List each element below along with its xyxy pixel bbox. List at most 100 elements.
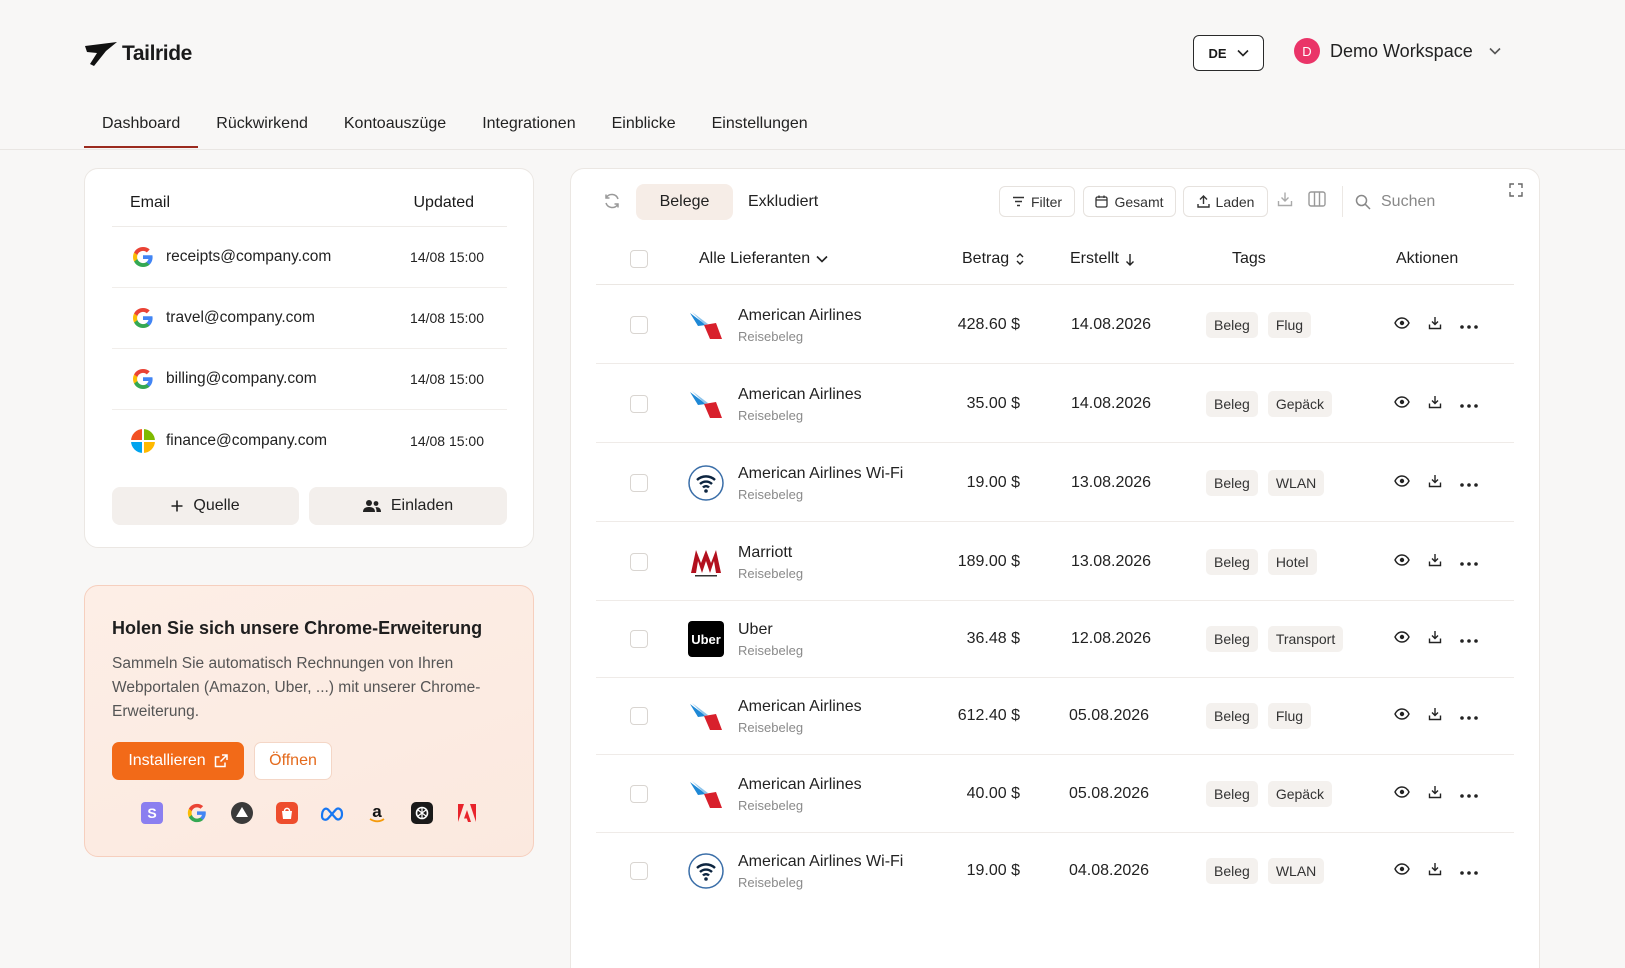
install-button[interactable]: Installieren bbox=[112, 742, 244, 780]
row-checkbox[interactable] bbox=[630, 365, 648, 443]
tab-einstellungen[interactable]: Einstellungen bbox=[694, 108, 826, 148]
more-icon[interactable] bbox=[1460, 785, 1478, 803]
app-header: Tailride DE D Demo Workspace bbox=[0, 0, 1625, 104]
table-row[interactable]: American Airlines Reisebeleg 612.40 $ 05… bbox=[596, 677, 1514, 755]
chrome-title: Holen Sie sich unsere Chrome-Erweiterung bbox=[112, 618, 483, 638]
receipts-card: Belege Exkludiert Filter Gesamt Laden Su… bbox=[570, 168, 1540, 968]
download-icon[interactable] bbox=[1428, 553, 1442, 572]
col-created: Erstellt bbox=[1070, 250, 1119, 267]
more-icon[interactable] bbox=[1460, 862, 1478, 880]
add-source-button[interactable]: Quelle bbox=[112, 487, 299, 525]
vendor-type: Reisebeleg bbox=[738, 407, 804, 423]
amount-cell: 19.00 $ bbox=[966, 862, 1020, 879]
google-icon bbox=[130, 366, 156, 392]
tags-cell: Beleg Hotel bbox=[1206, 523, 1327, 601]
workspace-switcher[interactable]: D Demo Workspace bbox=[1294, 38, 1501, 64]
tab-rueckwirkend[interactable]: Rückwirkend bbox=[198, 108, 326, 148]
more-icon[interactable] bbox=[1460, 395, 1478, 413]
date-cell: 13.08.2026 bbox=[1071, 474, 1152, 491]
eye-icon[interactable] bbox=[1394, 630, 1410, 648]
download-icon[interactable] bbox=[1428, 474, 1442, 493]
filter-button[interactable]: Filter bbox=[999, 186, 1075, 217]
download-icon[interactable] bbox=[1428, 395, 1442, 414]
brand-logo[interactable]: Tailride bbox=[84, 40, 192, 68]
download-icon[interactable] bbox=[1428, 316, 1442, 335]
upload-button[interactable]: Laden bbox=[1183, 186, 1268, 217]
svg-text:S: S bbox=[147, 805, 156, 821]
row-checkbox[interactable] bbox=[630, 600, 648, 678]
columns-icon[interactable] bbox=[1308, 191, 1326, 212]
table-row[interactable]: American Airlines Wi-Fi Reisebeleg 19.00… bbox=[596, 444, 1514, 522]
table-row[interactable]: American Airlines Reisebeleg 40.00 $ 05.… bbox=[596, 755, 1514, 833]
source-row[interactable]: travel@company.com 14/08 15:00 bbox=[112, 288, 507, 349]
vercel-icon bbox=[230, 801, 254, 825]
more-icon[interactable] bbox=[1460, 707, 1478, 725]
more-icon[interactable] bbox=[1460, 553, 1478, 571]
vendor-type: Reisebeleg bbox=[738, 797, 804, 813]
table-row[interactable]: Marriott Reisebeleg 189.00 $ 13.08.2026 … bbox=[596, 523, 1514, 601]
row-checkbox[interactable] bbox=[630, 677, 648, 755]
external-link-icon bbox=[214, 754, 228, 768]
row-checkbox[interactable] bbox=[630, 444, 648, 522]
table-row[interactable]: Uber Uber Reisebeleg 36.48 $ 12.08.2026 … bbox=[596, 600, 1514, 678]
source-email: billing@company.com bbox=[166, 370, 317, 387]
eye-icon[interactable] bbox=[1394, 707, 1410, 725]
marriott-logo bbox=[688, 544, 724, 580]
row-checkbox[interactable] bbox=[630, 832, 648, 910]
more-icon[interactable] bbox=[1460, 474, 1478, 492]
vendor-name: American Airlines Wi-Fi bbox=[738, 852, 904, 870]
download-icon[interactable] bbox=[1428, 707, 1442, 726]
vendor-text: American Airlines Reisebeleg bbox=[738, 776, 862, 813]
sources-table-header: Email Updated bbox=[112, 179, 507, 227]
source-row[interactable]: receipts@company.com 14/08 15:00 bbox=[112, 227, 507, 288]
meta-icon bbox=[320, 801, 344, 825]
eye-icon[interactable] bbox=[1394, 553, 1410, 571]
date-cell: 04.08.2026 bbox=[1069, 862, 1150, 879]
expand-icon[interactable] bbox=[1509, 183, 1523, 202]
actions-cell bbox=[1394, 365, 1478, 443]
segment-exkludiert[interactable]: Exkludiert bbox=[748, 184, 818, 220]
search-icon bbox=[1355, 194, 1371, 210]
download-icon[interactable] bbox=[1428, 785, 1442, 804]
vendor-name: Marriott bbox=[738, 543, 793, 561]
tab-einblicke[interactable]: Einblicke bbox=[594, 108, 694, 148]
row-checkbox[interactable] bbox=[630, 286, 648, 364]
refresh-icon[interactable] bbox=[603, 192, 621, 215]
language-select[interactable]: DE bbox=[1193, 35, 1264, 71]
tab-kontoauszuege[interactable]: Kontoauszüge bbox=[326, 108, 464, 148]
eye-icon[interactable] bbox=[1394, 862, 1410, 880]
eye-icon[interactable] bbox=[1394, 316, 1410, 334]
vendor-filter[interactable]: Alle Lieferanten bbox=[699, 233, 828, 285]
tab-dashboard[interactable]: Dashboard bbox=[84, 108, 199, 148]
search-input[interactable]: Suchen bbox=[1381, 193, 1435, 211]
tab-integrationen[interactable]: Integrationen bbox=[464, 108, 593, 148]
source-row[interactable]: billing@company.com 14/08 15:00 bbox=[112, 349, 507, 410]
open-button[interactable]: Öffnen bbox=[254, 742, 332, 780]
search-field[interactable]: Suchen bbox=[1342, 186, 1435, 217]
sort-created[interactable]: Erstellt bbox=[1070, 233, 1135, 285]
download-icon[interactable] bbox=[1277, 191, 1293, 212]
table-row[interactable]: American Airlines Reisebeleg 428.60 $ 14… bbox=[596, 286, 1514, 364]
eye-icon[interactable] bbox=[1394, 785, 1410, 803]
sort-amount[interactable]: Betrag bbox=[962, 233, 1025, 285]
source-row[interactable]: finance@company.com 14/08 15:00 bbox=[112, 410, 507, 471]
more-icon[interactable] bbox=[1460, 630, 1478, 648]
more-icon[interactable] bbox=[1460, 316, 1478, 334]
row-checkbox[interactable] bbox=[630, 755, 648, 833]
eye-icon[interactable] bbox=[1394, 395, 1410, 413]
tailride-logo-icon bbox=[85, 42, 117, 66]
download-icon[interactable] bbox=[1428, 862, 1442, 881]
total-button[interactable]: Gesamt bbox=[1083, 186, 1176, 217]
upload-label: Laden bbox=[1215, 193, 1255, 210]
download-icon[interactable] bbox=[1428, 630, 1442, 649]
email-sources-card: Email Updated receipts@company.com 14/08… bbox=[84, 168, 534, 548]
table-row[interactable]: American Airlines Wi-Fi Reisebeleg 19.00… bbox=[596, 832, 1514, 910]
amount-cell: 19.00 $ bbox=[966, 474, 1020, 491]
invite-button[interactable]: Einladen bbox=[309, 487, 507, 525]
row-checkbox[interactable] bbox=[630, 523, 648, 601]
select-all-checkbox[interactable] bbox=[630, 233, 648, 285]
vendor-name: American Airlines Wi-Fi bbox=[738, 464, 904, 482]
table-row[interactable]: American Airlines Reisebeleg 35.00 $ 14.… bbox=[596, 365, 1514, 443]
segment-belege[interactable]: Belege bbox=[636, 184, 733, 220]
eye-icon[interactable] bbox=[1394, 474, 1410, 492]
